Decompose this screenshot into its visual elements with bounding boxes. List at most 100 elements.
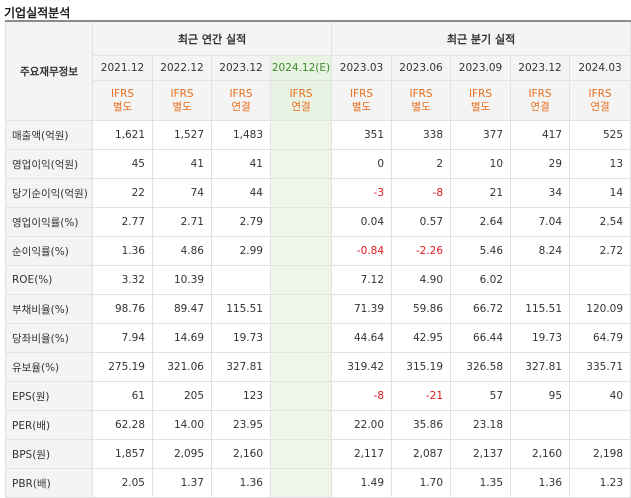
section-title: 기업실적분석	[4, 6, 71, 20]
table-cell	[269, 352, 333, 382]
table-cell: -8	[331, 381, 393, 411]
accounting-basis-line: 별도	[470, 100, 491, 113]
table-cell: 8.24	[510, 236, 571, 266]
table-cell: 19.73	[211, 323, 271, 353]
table-cell	[569, 410, 631, 440]
period-header[interactable]: 2023.09	[450, 55, 512, 81]
table-cell: 417	[510, 120, 571, 150]
period-header[interactable]: 2024.03	[569, 55, 631, 81]
table-cell: 275.19	[92, 352, 153, 382]
table-cell: 98.76	[92, 294, 153, 324]
table-cell	[211, 265, 271, 295]
table-cell: 19.73	[510, 323, 571, 353]
period-header[interactable]: 2023.03	[331, 55, 393, 81]
period-header[interactable]: 2023.12	[510, 55, 571, 81]
table-cell: 4.90	[391, 265, 452, 295]
accounting-standard: IFRS 별도	[391, 80, 452, 121]
table-cell	[269, 323, 333, 353]
row-label[interactable]: ROE(%)	[5, 265, 93, 295]
period-header[interactable]: 2024.12(E)	[269, 55, 333, 81]
accounting-basis-line: 연결	[590, 100, 610, 113]
table-cell: 1.23	[569, 468, 631, 498]
table-cell: 1,621	[92, 120, 153, 150]
row-label[interactable]: 순이익률(%)	[5, 236, 93, 266]
accounting-standard: IFRS 별도	[450, 80, 512, 121]
table-cell: 7.94	[92, 323, 153, 353]
table-cell: 326.58	[450, 352, 512, 382]
table-cell: 2,117	[331, 439, 393, 469]
table-row: PBR(배) 2.05 1.37 1.36 1.49 1.70 1.35 1.36 1.23	[5, 468, 631, 498]
table-cell: 66.72	[450, 294, 512, 324]
table-row: 영업이익률(%) 2.77 2.71 2.79 0.04 0.57 2.64 7.04 2.54	[5, 207, 631, 237]
table-cell: -0.84	[331, 236, 393, 266]
table-cell: 40	[569, 381, 631, 411]
row-label[interactable]: PBR(배)	[5, 468, 93, 498]
accounting-standard-line: IFRS	[468, 87, 493, 100]
table-cell: 2,095	[152, 439, 212, 469]
table-cell: 71.39	[331, 294, 393, 324]
accounting-basis-line: 연결	[530, 100, 550, 113]
table-cell: 1.36	[92, 236, 153, 266]
table-row: 영업이익(억원) 45 41 41 0 2 10 29 13	[5, 149, 631, 179]
accounting-standard-row: IFRS 별도 IFRS 별도 IFRS 연결 IFRS 연결 IFRS 별도 IFRS 별도 IFRS…	[6, 80, 631, 121]
row-label[interactable]: 영업이익률(%)	[5, 207, 93, 237]
table-cell: 0.57	[391, 207, 452, 237]
row-label[interactable]: 유보율(%)	[5, 352, 93, 382]
table-row: EPS(원) 61 205 123 -8 -21 57 95 40	[5, 381, 631, 411]
table-cell: 2,198	[569, 439, 631, 469]
table-cell	[269, 236, 333, 266]
accounting-standard-line: IFRS	[588, 87, 612, 100]
table-cell	[269, 178, 333, 208]
table-cell	[269, 294, 333, 324]
table-cell: 42.95	[391, 323, 452, 353]
table-cell: 1.70	[391, 468, 452, 498]
table-cell: 1.35	[450, 468, 512, 498]
accounting-basis-line: 연결	[231, 100, 251, 113]
table-cell: 1.49	[331, 468, 393, 498]
table-row: 유보율(%) 275.19 321.06 327.81 319.42 315.19 326.…	[5, 352, 631, 382]
table-row: BPS(원) 1,857 2,095 2,160 2,117 2,087 2,137 2,16…	[5, 439, 631, 469]
row-label[interactable]: 당좌비율(%)	[5, 323, 93, 353]
table-cell: 59.86	[391, 294, 452, 324]
accounting-standard: IFRS 연결	[569, 80, 631, 121]
table-cell: 14.69	[152, 323, 212, 353]
table-cell: 1.37	[152, 468, 212, 498]
accounting-standard-line: IFRS	[409, 87, 433, 100]
row-label[interactable]: PER(배)	[5, 410, 93, 440]
period-header[interactable]: 2023.06	[391, 55, 452, 81]
table-cell: 13	[569, 149, 631, 179]
table-cell: 321.06	[152, 352, 212, 382]
accounting-standard-line: IFRS	[289, 87, 313, 100]
table-cell: 2,137	[450, 439, 512, 469]
row-label[interactable]: 당기순이익(억원)	[5, 178, 93, 208]
row-header-label: 주요재무정보	[5, 20, 93, 121]
table-cell: 115.51	[510, 294, 571, 324]
table-cell: 95	[510, 381, 571, 411]
row-label[interactable]: BPS(원)	[5, 439, 93, 469]
accounting-basis-line: 연결	[291, 100, 311, 113]
row-label[interactable]: 부채비율(%)	[5, 294, 93, 324]
table-cell: 327.81	[510, 352, 571, 382]
table-cell: 2.64	[450, 207, 512, 237]
table-cell: 6.02	[450, 265, 512, 295]
table-cell: 61	[92, 381, 153, 411]
row-label[interactable]: EPS(원)	[5, 381, 93, 411]
accounting-basis-line: 별도	[351, 100, 372, 113]
table-cell	[269, 468, 333, 498]
row-label[interactable]: 영업이익(억원)	[5, 149, 93, 179]
table-cell: 62.28	[92, 410, 153, 440]
table-cell: 1,857	[92, 439, 153, 469]
table-cell: 2.77	[92, 207, 153, 237]
table-cell: 74	[152, 178, 212, 208]
table-cell	[510, 410, 571, 440]
table-cell: -21	[391, 381, 452, 411]
period-header[interactable]: 2022.12	[152, 55, 212, 81]
row-label[interactable]: 매출액(억원)	[5, 120, 93, 150]
table-cell: 23.18	[450, 410, 512, 440]
table-row: 매출액(억원) 1,621 1,527 1,483 351 338 377 417 525	[5, 120, 631, 150]
period-header[interactable]: 2021.12	[92, 55, 153, 81]
table-cell: 14	[569, 178, 631, 208]
period-header[interactable]: 2023.12	[211, 55, 271, 81]
table-cell: 29	[510, 149, 571, 179]
table-cell: 2	[391, 149, 452, 179]
